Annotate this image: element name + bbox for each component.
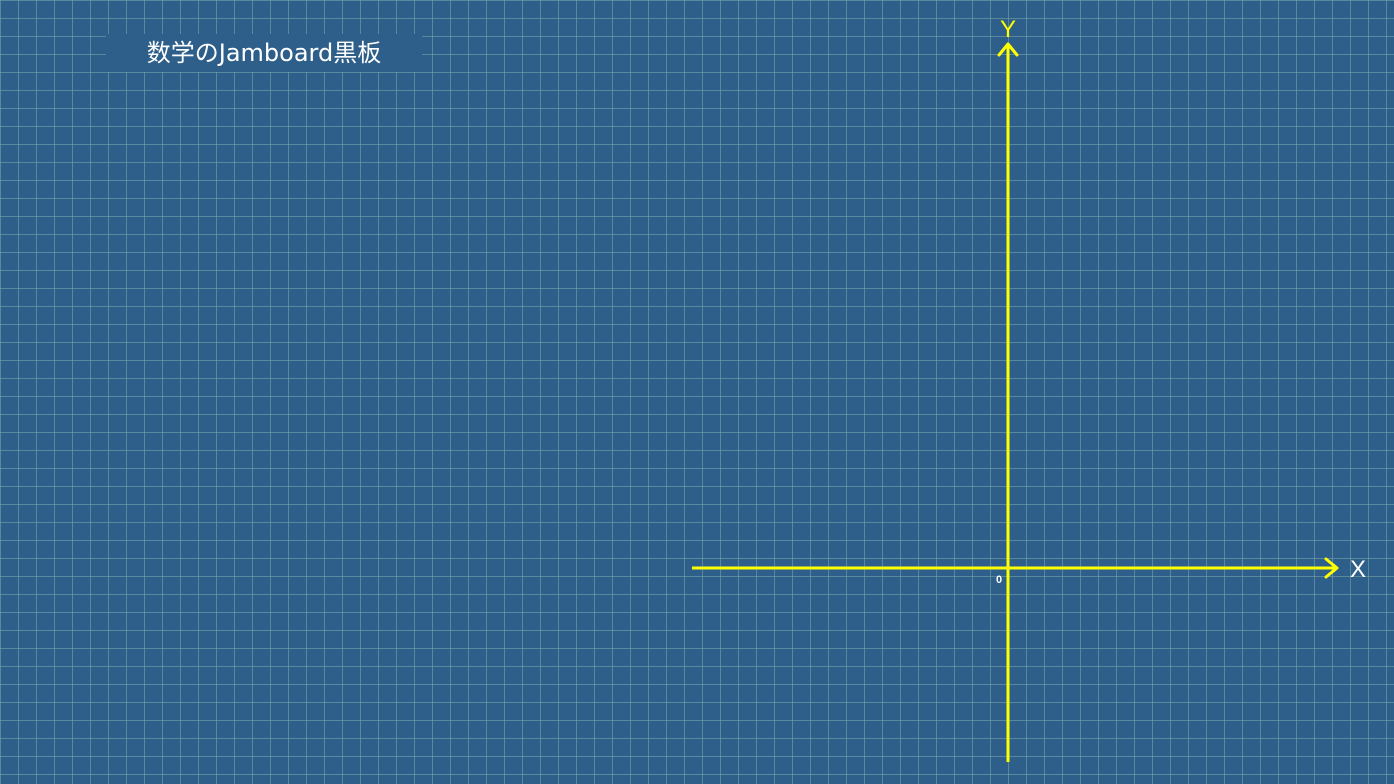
x-axis-label: X bbox=[1350, 556, 1366, 583]
coordinate-axes: X Y 0 bbox=[692, 16, 1366, 762]
origin-label: 0 bbox=[996, 574, 1002, 586]
y-axis-label: Y bbox=[1000, 16, 1016, 43]
jamboard-canvas[interactable]: 数学のJamboard黒板 X Y 0 bbox=[0, 0, 1394, 784]
